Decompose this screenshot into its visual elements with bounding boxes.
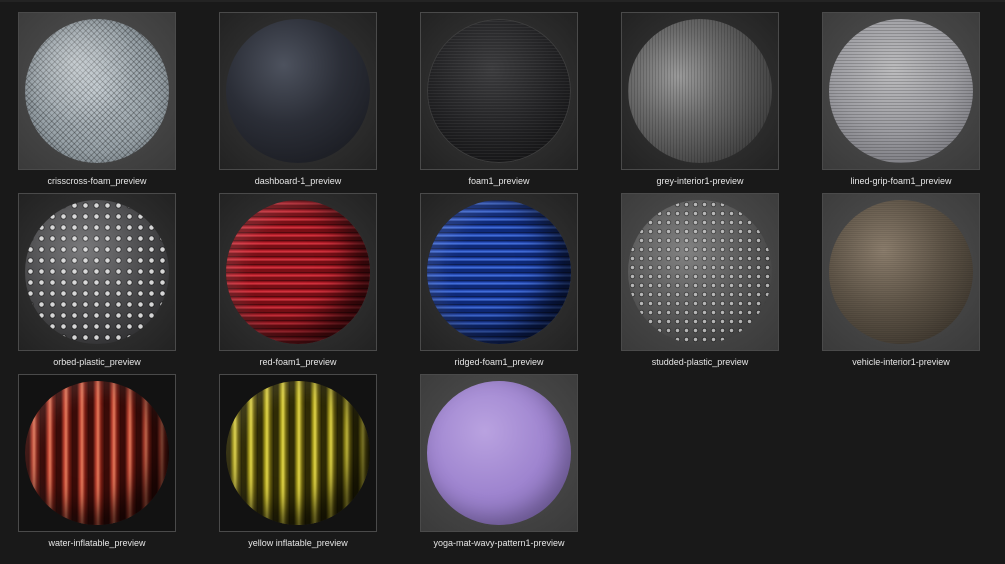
thumbnail xyxy=(822,193,980,351)
material-sphere xyxy=(427,19,571,163)
material-sphere xyxy=(25,381,169,525)
thumbnail xyxy=(621,12,779,170)
file-item[interactable]: water-inflatable_preview xyxy=(0,362,200,548)
material-sphere xyxy=(226,381,370,525)
file-item[interactable]: foam1_preview xyxy=(402,0,602,186)
thumbnail xyxy=(219,374,377,532)
thumbnail xyxy=(420,193,578,351)
file-name: vehicle-interior1-preview xyxy=(852,357,950,367)
material-sphere xyxy=(829,200,973,344)
material-sphere xyxy=(829,19,973,163)
file-item[interactable]: crisscross-foam_preview xyxy=(0,0,200,186)
file-name: yellow inflatable_preview xyxy=(248,538,348,548)
thumbnail xyxy=(822,12,980,170)
file-item[interactable]: dashboard-1_preview xyxy=(201,0,401,186)
file-item[interactable]: lined-grip-foam1_preview xyxy=(804,0,1004,186)
material-sphere xyxy=(628,19,772,163)
material-sphere xyxy=(25,19,169,163)
material-sphere xyxy=(226,200,370,344)
file-item[interactable]: ridged-foam1_preview xyxy=(402,181,602,367)
file-item[interactable]: studded-plastic_preview xyxy=(603,181,803,367)
thumbnail xyxy=(420,12,578,170)
file-name: studded-plastic_preview xyxy=(651,357,749,367)
file-name: yoga-mat-wavy-pattern1-preview xyxy=(433,538,565,548)
material-sphere xyxy=(427,200,571,344)
file-item[interactable]: grey-interior1-preview xyxy=(603,0,803,186)
material-sphere xyxy=(628,200,772,344)
thumbnail xyxy=(18,193,176,351)
material-sphere xyxy=(226,19,370,163)
file-item[interactable]: orbed-plastic_preview xyxy=(0,181,200,367)
material-sphere xyxy=(427,381,571,525)
file-item[interactable]: yellow inflatable_preview xyxy=(201,362,401,548)
thumbnail xyxy=(18,12,176,170)
thumbnail xyxy=(420,374,578,532)
thumbnail xyxy=(219,12,377,170)
file-item[interactable]: yoga-mat-wavy-pattern1-preview xyxy=(402,362,602,548)
thumbnail xyxy=(219,193,377,351)
file-grid: crisscross-foam_preview dashboard-1_prev… xyxy=(0,0,1005,564)
file-name: water-inflatable_preview xyxy=(48,538,146,548)
thumbnail xyxy=(18,374,176,532)
material-sphere xyxy=(25,200,169,344)
thumbnail xyxy=(621,193,779,351)
file-item[interactable]: red-foam1_preview xyxy=(201,181,401,367)
file-item[interactable]: vehicle-interior1-preview xyxy=(804,181,1004,367)
